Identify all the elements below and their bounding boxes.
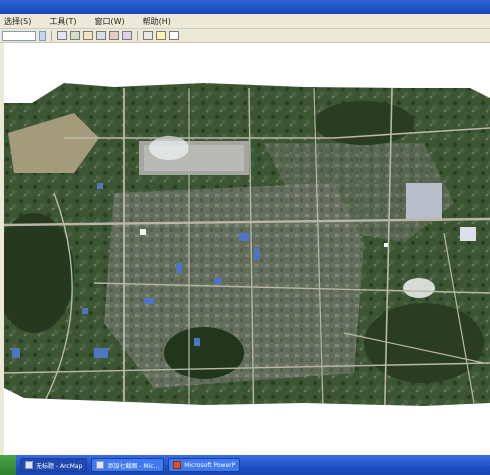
arcmap-icon xyxy=(25,461,33,469)
menu-help[interactable]: 帮助(H) xyxy=(143,16,171,27)
menu-bar: 选择(S) 工具(T) 窗口(W) 帮助(H) xyxy=(0,14,490,29)
powerpoint-icon xyxy=(173,461,182,469)
map-display[interactable] xyxy=(4,43,490,455)
help-icon[interactable] xyxy=(169,31,179,40)
pan-icon[interactable] xyxy=(83,31,93,40)
window-title-bar[interactable] xyxy=(0,0,490,14)
taskbar-item-label: Microsoft PowerP xyxy=(184,461,236,469)
zoom-out-icon[interactable] xyxy=(70,31,80,40)
identify-icon[interactable] xyxy=(109,31,119,40)
hyperlink-icon[interactable] xyxy=(156,31,166,40)
toolbar-separator xyxy=(51,30,52,41)
satellite-image xyxy=(4,83,490,406)
windows-taskbar: 无标题 - ArcMap 添加七截图 - Mic... Microsoft Po… xyxy=(0,455,490,475)
zoom-in-icon[interactable] xyxy=(57,31,67,40)
menu-window[interactable]: 窗口(W) xyxy=(94,16,124,27)
menu-tools[interactable]: 工具(T) xyxy=(49,16,76,27)
scale-dropdown-button[interactable] xyxy=(39,30,46,41)
scale-input[interactable] xyxy=(2,30,36,41)
toolbar-separator xyxy=(137,30,138,41)
taskbar-item-window[interactable]: 添加七截图 - Mic... xyxy=(91,458,165,472)
start-button[interactable] xyxy=(0,455,16,475)
taskbar-item-powerpoint[interactable]: Microsoft PowerP xyxy=(168,458,241,472)
full-extent-icon[interactable] xyxy=(96,31,106,40)
measure-icon[interactable] xyxy=(143,31,153,40)
taskbar-item-label: 添加七截图 - Mic... xyxy=(107,462,160,470)
find-icon[interactable] xyxy=(122,31,132,40)
toolbar xyxy=(0,29,490,43)
taskbar-item-arcmap[interactable]: 无标题 - ArcMap xyxy=(20,458,88,472)
window-icon xyxy=(96,461,105,469)
taskbar-item-label: 无标题 - ArcMap xyxy=(36,462,83,470)
menu-select[interactable]: 选择(S) xyxy=(4,16,31,27)
